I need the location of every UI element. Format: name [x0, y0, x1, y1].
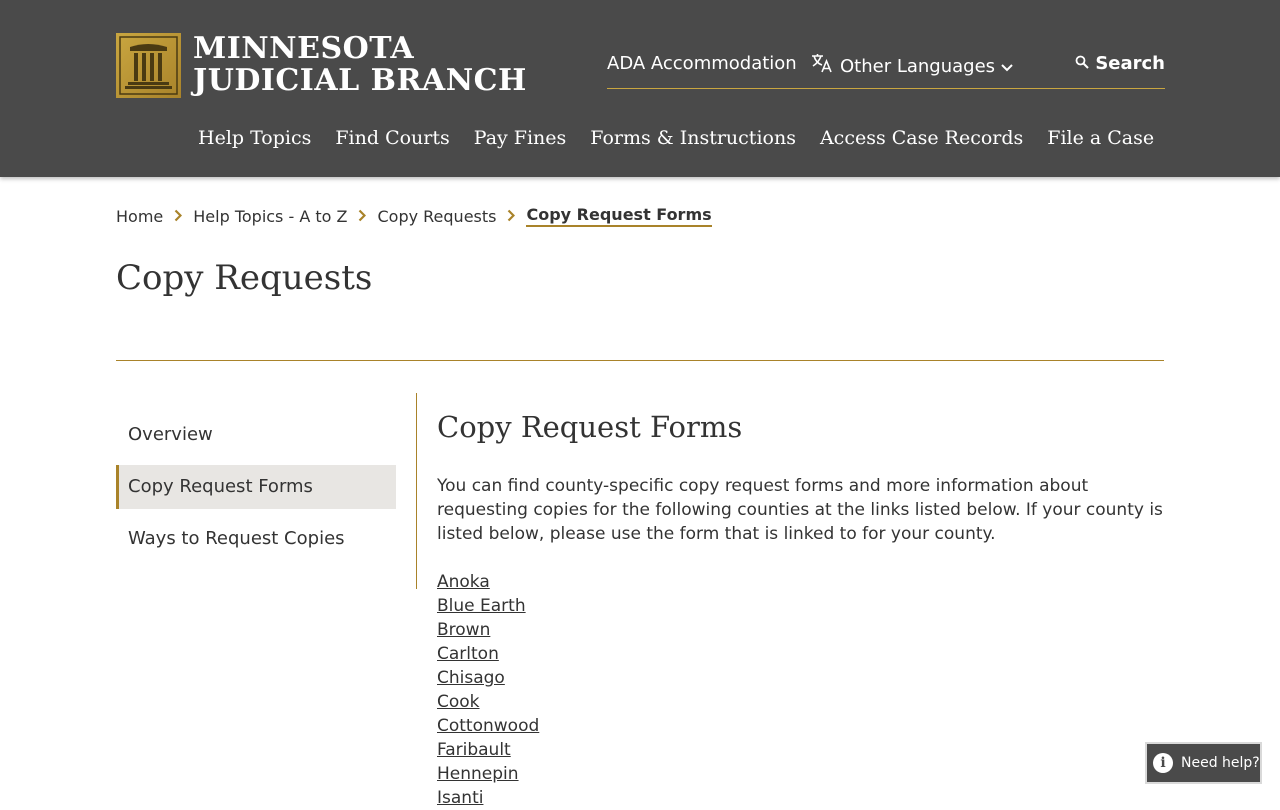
nav-pay-fines[interactable]: Pay Fines — [474, 127, 567, 149]
breadcrumb-copy-requests[interactable]: Copy Requests — [377, 207, 496, 226]
nav-forms-instructions[interactable]: Forms & Instructions — [590, 127, 796, 149]
county-link-blue-earth[interactable]: Blue Earth — [437, 594, 526, 618]
county-link-hennepin[interactable]: Hennepin — [437, 762, 519, 786]
county-link-brown[interactable]: Brown — [437, 618, 490, 642]
other-languages-label: Other Languages — [840, 55, 996, 77]
logo-line-2: JUDICIAL BRANCH — [193, 63, 527, 98]
chevron-right-icon — [507, 207, 516, 226]
logo-wordmark: MINNESOTA JUDICIAL BRANCH — [193, 33, 527, 97]
utility-nav: ADA Accommodation Other Languages Search — [607, 52, 1165, 89]
county-link-cook[interactable]: Cook — [437, 690, 480, 714]
info-icon: i — [1153, 753, 1173, 773]
main-content: Copy Request Forms You can find county-s… — [437, 410, 1164, 810]
search-label: Search — [1095, 53, 1165, 74]
breadcrumb-current[interactable]: Copy Request Forms — [526, 205, 712, 227]
sidenav-divider — [416, 393, 417, 589]
county-link-isanti[interactable]: Isanti — [437, 786, 483, 810]
intro-paragraph: You can find county-specific copy reques… — [437, 476, 1163, 544]
page-title: Copy Requests — [116, 258, 373, 298]
chevron-right-icon — [358, 207, 367, 226]
need-help-button[interactable]: i Need help? — [1145, 742, 1262, 784]
logo-line-1: MINNESOTA — [193, 31, 415, 66]
section-heading: Copy Request Forms — [437, 410, 743, 444]
search-button[interactable]: Search — [1075, 52, 1165, 76]
chevron-right-icon — [174, 207, 183, 226]
county-link-anoka[interactable]: Anoka — [437, 570, 490, 594]
nav-file-a-case[interactable]: File a Case — [1047, 127, 1154, 149]
chevron-down-icon — [1001, 55, 1013, 79]
breadcrumb-help-topics[interactable]: Help Topics - A to Z — [193, 207, 347, 226]
title-divider — [116, 360, 1164, 361]
nav-access-case-records[interactable]: Access Case Records — [820, 127, 1023, 149]
site-logo[interactable]: MINNESOTA JUDICIAL BRANCH — [116, 32, 527, 98]
ada-accommodation-link[interactable]: ADA Accommodation — [607, 52, 797, 76]
breadcrumb: Home Help Topics - A to Z Copy Requests … — [116, 205, 712, 227]
nav-find-courts[interactable]: Find Courts — [335, 127, 449, 149]
nav-help-topics[interactable]: Help Topics — [198, 127, 311, 149]
sidenav-copy-request-forms[interactable]: Copy Request Forms — [116, 465, 396, 509]
county-link-faribault[interactable]: Faribault — [437, 738, 511, 762]
county-link-carlton[interactable]: Carlton — [437, 642, 499, 666]
county-list: Anoka Blue Earth Brown Carlton Chisago C… — [437, 570, 1164, 810]
site-header: MINNESOTA JUDICIAL BRANCH ADA Accommodat… — [0, 0, 1280, 177]
search-icon — [1075, 52, 1090, 76]
breadcrumb-home[interactable]: Home — [116, 207, 163, 226]
county-link-cottonwood[interactable]: Cottonwood — [437, 714, 539, 738]
side-nav: Overview Copy Request Forms Ways to Requ… — [116, 413, 396, 569]
sidenav-overview[interactable]: Overview — [116, 413, 396, 457]
other-languages-dropdown[interactable]: Other Languages — [810, 52, 1013, 81]
translate-icon — [810, 52, 834, 81]
sidenav-ways-to-request-copies[interactable]: Ways to Request Copies — [116, 517, 396, 561]
county-link-chisago[interactable]: Chisago — [437, 666, 505, 690]
main-nav: Help Topics Find Courts Pay Fines Forms … — [198, 127, 1154, 149]
courthouse-icon — [116, 32, 181, 98]
need-help-label: Need help? — [1181, 755, 1260, 771]
